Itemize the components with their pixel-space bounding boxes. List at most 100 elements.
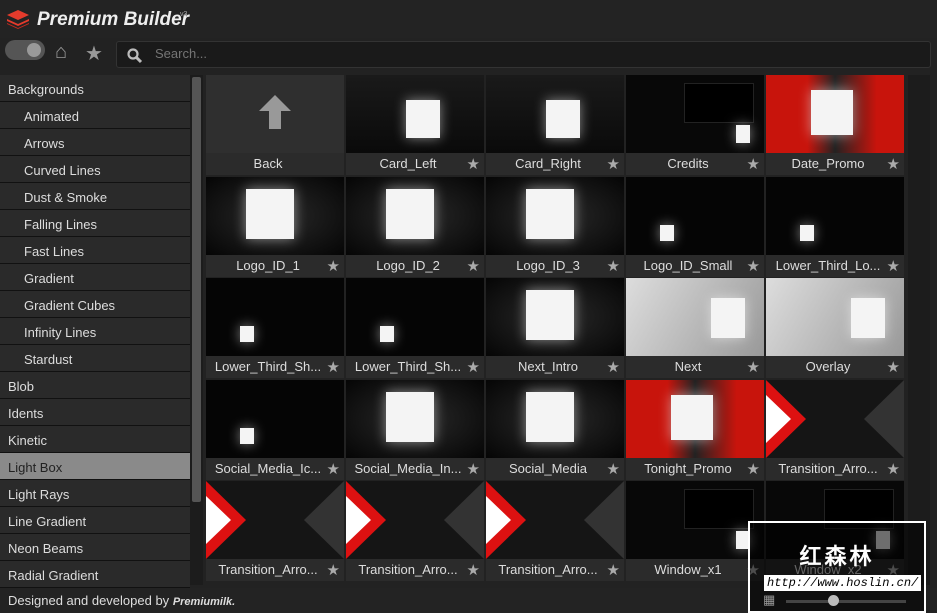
- preset-label: Social_Media: [486, 457, 624, 480]
- sidebar-item[interactable]: Blob: [0, 372, 190, 399]
- preset-thumbnail[interactable]: [346, 481, 484, 559]
- favorite-star-icon[interactable]: ★: [887, 358, 900, 376]
- preset-tile[interactable]: Lower_Third_Lo... ★: [766, 176, 904, 277]
- sidebar-scrollbar[interactable]: [190, 75, 203, 585]
- preset-thumbnail[interactable]: [346, 278, 484, 356]
- preset-thumbnail[interactable]: [486, 176, 624, 255]
- favorite-star-icon[interactable]: ★: [887, 460, 900, 478]
- preset-tile[interactable]: Next_Intro ★: [486, 278, 624, 378]
- favorite-star-icon[interactable]: ★: [607, 155, 620, 173]
- preset-tile[interactable]: Next ★: [626, 278, 764, 378]
- search-input[interactable]: [155, 46, 855, 61]
- sidebar-item[interactable]: Curved Lines: [0, 156, 190, 183]
- preset-tile[interactable]: Social_Media_In... ★: [346, 379, 484, 480]
- favorite-star-icon[interactable]: ★: [467, 358, 480, 376]
- preset-tile[interactable]: Logo_ID_3 ★: [486, 176, 624, 277]
- preset-thumbnail[interactable]: [486, 75, 624, 153]
- sidebar-item[interactable]: Stardust: [0, 345, 190, 372]
- sidebar-item[interactable]: Idents: [0, 399, 190, 426]
- favorite-star-icon[interactable]: ★: [747, 358, 760, 376]
- sidebar-item[interactable]: Backgrounds: [0, 75, 190, 102]
- favorite-star-icon[interactable]: ★: [467, 257, 480, 275]
- favorite-star-icon[interactable]: ★: [327, 460, 340, 478]
- preset-tile[interactable]: Date_Promo ★: [766, 75, 904, 175]
- preset-tile[interactable]: Transition_Arro... ★: [346, 481, 484, 581]
- preset-tile[interactable]: Credits ★: [626, 75, 764, 175]
- preset-thumbnail[interactable]: [206, 176, 344, 255]
- sidebar-item[interactable]: Arrows: [0, 129, 190, 156]
- favorite-star-icon[interactable]: ★: [467, 561, 480, 579]
- preset-tile[interactable]: Logo_ID_2 ★: [346, 176, 484, 277]
- sidebar-item[interactable]: Gradient: [0, 264, 190, 291]
- preset-thumbnail[interactable]: [626, 278, 764, 356]
- sidebar-item[interactable]: Neon Beams: [0, 534, 190, 561]
- preset-tile[interactable]: Window_x1★: [626, 481, 764, 581]
- preset-tile[interactable]: Lower_Third_Sh... ★: [206, 278, 344, 378]
- favorite-star-icon[interactable]: ★: [607, 561, 620, 579]
- favorite-star-icon[interactable]: ★: [327, 561, 340, 579]
- favorite-star-icon[interactable]: ★: [607, 257, 620, 275]
- preset-thumbnail[interactable]: [626, 176, 764, 255]
- sidebar-item[interactable]: Gradient Cubes: [0, 291, 190, 318]
- preset-tile[interactable]: Tonight_Promo ★: [626, 379, 764, 480]
- sidebar-item[interactable]: Fast Lines: [0, 237, 190, 264]
- preset-thumbnail[interactable]: [346, 379, 484, 458]
- preset-tile[interactable]: Card_Left ★: [346, 75, 484, 175]
- favorite-star-icon[interactable]: ★: [747, 155, 760, 173]
- preset-thumbnail[interactable]: [346, 75, 484, 153]
- preset-tile[interactable]: Back: [206, 75, 344, 175]
- preset-thumbnail[interactable]: [206, 278, 344, 356]
- preset-tile[interactable]: Logo_ID_Small ★: [626, 176, 764, 277]
- favorite-star-icon[interactable]: ★: [747, 257, 760, 275]
- grid-size-icon[interactable]: ▦: [763, 592, 775, 608]
- preset-thumbnail[interactable]: [766, 278, 904, 356]
- favorite-star-icon[interactable]: ★: [467, 460, 480, 478]
- search-bar[interactable]: [116, 41, 931, 68]
- favorite-star-icon[interactable]: ★: [467, 155, 480, 173]
- preset-thumbnail[interactable]: [766, 176, 904, 255]
- preset-tile[interactable]: Social_Media_Ic... ★: [206, 379, 344, 480]
- favorite-star-icon[interactable]: ★: [607, 460, 620, 478]
- preset-thumbnail[interactable]: [626, 481, 764, 559]
- preset-tile[interactable]: Lower_Third_Sh... ★: [346, 278, 484, 378]
- preset-tile[interactable]: Transition_Arro... ★: [486, 481, 624, 581]
- preset-thumbnail[interactable]: [206, 75, 344, 153]
- view-toggle[interactable]: [5, 40, 45, 60]
- preset-tile[interactable]: Logo_ID_1 ★: [206, 176, 344, 277]
- preset-thumbnail[interactable]: [206, 481, 344, 559]
- preset-tile[interactable]: Card_Right ★: [486, 75, 624, 175]
- favorite-star-icon[interactable]: ★: [747, 460, 760, 478]
- favorite-star-icon[interactable]: ★: [327, 257, 340, 275]
- favorite-star-icon[interactable]: ★: [327, 358, 340, 376]
- preset-tile[interactable]: Transition_Arro... ★: [206, 481, 344, 581]
- favorite-star-icon[interactable]: ★: [607, 358, 620, 376]
- sidebar-item[interactable]: Infinity Lines: [0, 318, 190, 345]
- preset-thumbnail[interactable]: [766, 379, 904, 458]
- thumbnail-size-slider[interactable]: [786, 595, 906, 606]
- grid-scrollbar[interactable]: [908, 75, 930, 585]
- preset-thumbnail[interactable]: [486, 379, 624, 458]
- sidebar-item[interactable]: Radial Gradient: [0, 561, 190, 588]
- preset-thumbnail[interactable]: [626, 75, 764, 153]
- favorites-star-icon[interactable]: ★: [85, 41, 103, 66]
- preset-tile[interactable]: Social_Media ★: [486, 379, 624, 480]
- sidebar-item[interactable]: Animated: [0, 102, 190, 129]
- preset-tile[interactable]: Transition_Arro... ★: [766, 379, 904, 480]
- sidebar-item[interactable]: Kinetic: [0, 426, 190, 453]
- preset-thumbnail[interactable]: [346, 176, 484, 255]
- header: Premium Builder v3: [0, 0, 937, 38]
- favorite-star-icon[interactable]: ★: [887, 155, 900, 173]
- preset-thumbnail[interactable]: [486, 481, 624, 559]
- sidebar-item[interactable]: Light Box: [0, 453, 190, 480]
- sidebar-item[interactable]: Line Gradient: [0, 507, 190, 534]
- preset-thumbnail[interactable]: [766, 75, 904, 153]
- preset-thumbnail[interactable]: [206, 379, 344, 458]
- sidebar-item[interactable]: Light Rays: [0, 480, 190, 507]
- preset-thumbnail[interactable]: [626, 379, 764, 458]
- sidebar-item[interactable]: Falling Lines: [0, 210, 190, 237]
- sidebar-item[interactable]: Dust & Smoke: [0, 183, 190, 210]
- preset-tile[interactable]: Overlay ★: [766, 278, 904, 378]
- home-icon[interactable]: ⌂: [55, 41, 67, 64]
- favorite-star-icon[interactable]: ★: [887, 257, 900, 275]
- preset-thumbnail[interactable]: [486, 278, 624, 356]
